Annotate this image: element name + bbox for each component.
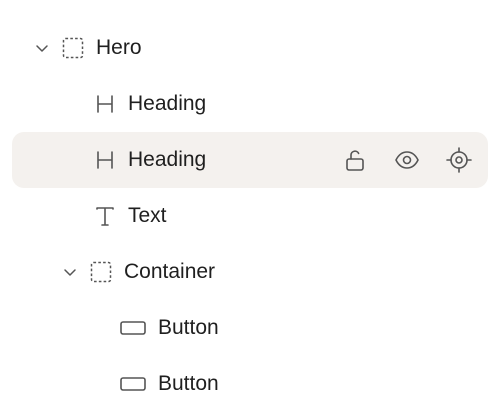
layer-label: Button [158,372,219,395]
layer-label: Hero [96,36,142,59]
layer-row-heading[interactable]: Heading [12,76,488,132]
layer-label: Heading [128,148,207,171]
heading-icon [94,149,116,171]
crosshair-icon[interactable] [446,147,472,173]
layer-row-hero[interactable]: Hero [12,20,488,76]
eye-icon[interactable] [394,147,420,173]
frame-dashed-icon [90,261,112,283]
unlock-icon[interactable] [342,147,368,173]
chevron-down-icon[interactable] [60,262,80,282]
layer-row-container[interactable]: Container [12,244,488,300]
layer-row-button[interactable]: Button [12,300,488,356]
button-icon [120,373,146,395]
layer-row-heading-selected[interactable]: Heading [12,132,488,188]
layer-label: Heading [128,92,207,115]
text-icon [94,205,116,227]
row-actions [342,132,472,188]
layer-label: Text [128,204,167,227]
layer-row-text[interactable]: Text [12,188,488,244]
layers-tree: Hero Heading Heading Text Container Butt… [0,0,500,400]
chevron-down-icon[interactable] [32,38,52,58]
frame-dashed-icon [62,37,84,59]
heading-icon [94,93,116,115]
layer-label: Container [124,260,216,283]
layer-label: Button [158,316,219,339]
button-icon [120,317,146,339]
layer-row-button[interactable]: Button [12,356,488,400]
